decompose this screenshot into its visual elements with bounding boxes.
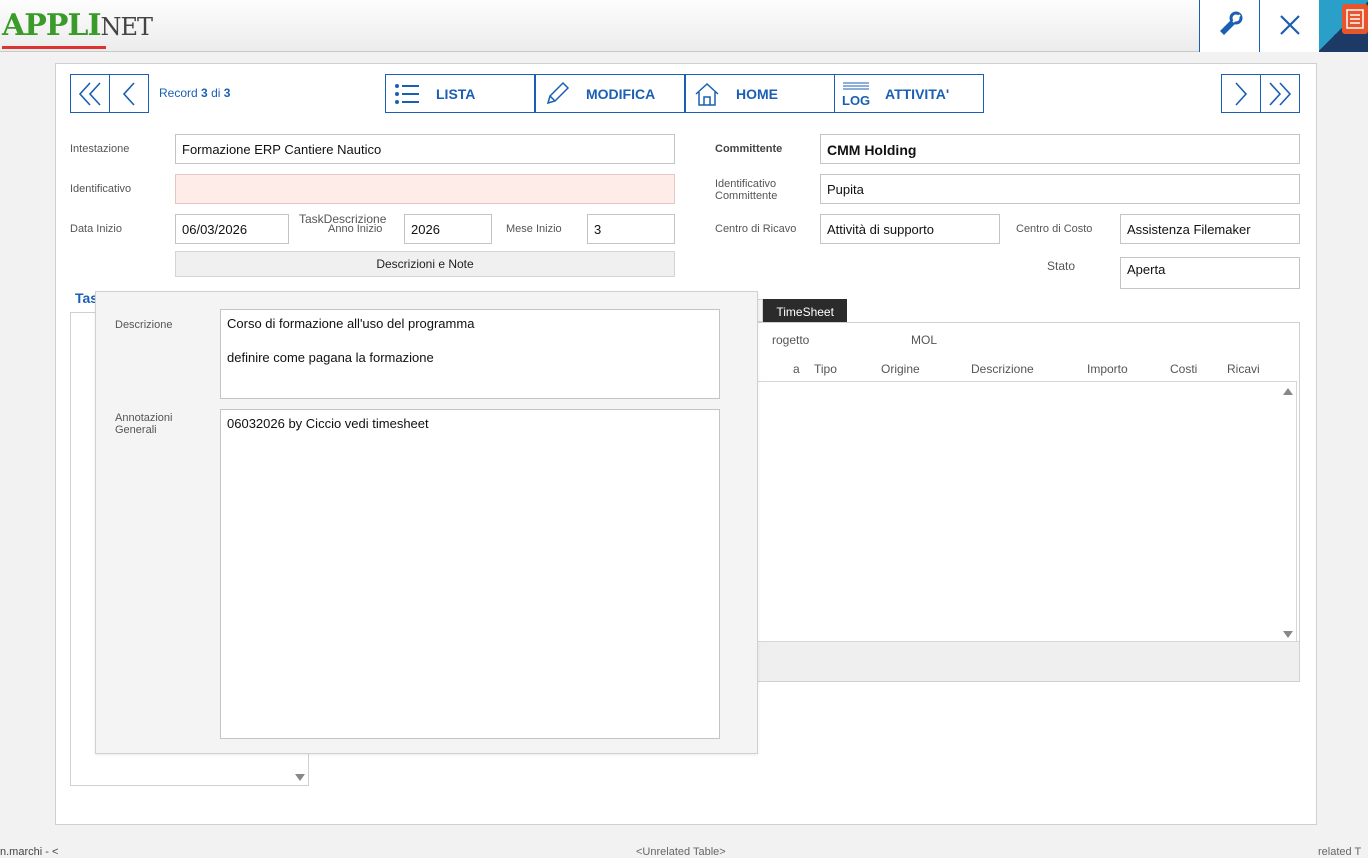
- annotazioni-label-line2: Generali: [115, 424, 157, 436]
- scroll-up-icon[interactable]: [1283, 388, 1293, 395]
- annotazioni-label-line1: Annotazioni: [115, 412, 173, 424]
- modifica-button[interactable]: MODIFICA: [535, 74, 685, 113]
- mese-inizio-field[interactable]: 3: [587, 214, 675, 244]
- descrizione-label: Descrizione: [115, 319, 173, 331]
- descrizioni-note-popover: Descrizione Corso di formazione all'uso …: [95, 291, 758, 754]
- committente-field[interactable]: CMM Holding: [820, 134, 1300, 164]
- previous-record-button[interactable]: [109, 74, 149, 113]
- column-header-costi: Costi: [1170, 362, 1198, 376]
- record-counter: Record 3 di 3: [159, 86, 230, 100]
- intestazione-field[interactable]: Formazione ERP Cantiere Nautico: [175, 134, 675, 164]
- pencil-icon: [536, 81, 578, 107]
- centro-costo-field[interactable]: Assistenza Filemaker: [1120, 214, 1300, 244]
- column-header-descrizione: Descrizione: [971, 362, 1034, 376]
- descrizione-textarea[interactable]: Corso di formazione all'uso del programm…: [220, 309, 720, 399]
- identificativo-committente-label-line2: Committente: [715, 190, 778, 202]
- data-inizio-label: Data Inizio: [70, 223, 122, 235]
- attivita-label: ATTIVITA': [885, 85, 950, 102]
- scroll-down-icon[interactable]: [1283, 631, 1293, 638]
- tools-button[interactable]: [1199, 0, 1259, 52]
- status-bar: n.marchi - < <Unrelated Table> related T: [0, 844, 1368, 858]
- anno-inizio-label: Anno Inizio: [328, 223, 383, 235]
- timesheet-footer: [697, 641, 1299, 681]
- identificativo-committente-label-line1: Identificativo: [715, 178, 777, 190]
- app-checklist-icon: [1342, 4, 1368, 34]
- first-record-button[interactable]: [70, 74, 110, 113]
- intestazione-label: Intestazione: [70, 143, 130, 155]
- identificativo-committente-label: Identificativo Committente: [715, 178, 777, 202]
- attivita-button[interactable]: LOG ATTIVITA': [834, 74, 984, 113]
- tab-timesheet[interactable]: TimeSheet: [763, 299, 847, 322]
- applinet-logo: APPLINET: [2, 4, 153, 50]
- record-total: 3: [223, 86, 231, 100]
- centro-ricavo-field[interactable]: Attività di supporto: [820, 214, 1000, 244]
- double-chevron-left-icon: [77, 80, 103, 108]
- logo-part1: APPLI: [2, 8, 102, 43]
- app-checklist-button[interactable]: [1319, 0, 1368, 52]
- close-icon: [1278, 13, 1302, 40]
- next-record-button[interactable]: [1221, 74, 1261, 113]
- status-center: <Unrelated Table>: [636, 846, 726, 858]
- logo-part2: NET: [100, 13, 154, 41]
- chevron-left-icon: [119, 80, 139, 108]
- logo-underline: [2, 46, 106, 49]
- list-icon: [386, 83, 428, 105]
- status-left: n.marchi - <: [0, 846, 59, 858]
- data-inizio-field[interactable]: 06/03/2026: [175, 214, 289, 244]
- descrizione-line2: definire come pagana la formazione: [227, 350, 434, 365]
- mol-label: MOL: [911, 333, 938, 347]
- column-header-ricavi: Ricavi: [1227, 362, 1260, 376]
- status-right: related T: [1318, 846, 1362, 858]
- lista-button[interactable]: LISTA: [385, 74, 535, 113]
- column-header-data: a: [793, 362, 800, 376]
- home-label: HOME: [736, 85, 778, 102]
- lista-label: LISTA: [436, 85, 476, 102]
- timesheet-list[interactable]: [757, 381, 1297, 643]
- column-header-importo: Importo: [1087, 362, 1128, 376]
- top-bar: APPLINET: [0, 0, 1368, 52]
- annotazioni-label: Annotazioni Generali: [115, 412, 173, 436]
- log-icon-text: LOG: [842, 93, 871, 108]
- home-button[interactable]: HOME: [685, 74, 835, 113]
- scroll-down-icon[interactable]: [295, 774, 305, 781]
- record-current: 3: [201, 86, 208, 100]
- mese-inizio-label: Mese Inizio: [506, 223, 562, 235]
- column-header-tipo: Tipo: [814, 362, 837, 376]
- record-panel: Record 3 di 3 LISTA MODIFICA HOME LOG AT…: [55, 63, 1317, 825]
- modifica-label: MODIFICA: [586, 85, 656, 102]
- record-of: di: [211, 86, 221, 100]
- stato-label: Stato: [1047, 259, 1076, 273]
- double-chevron-right-icon: [1267, 80, 1293, 108]
- anno-inizio-field[interactable]: 2026: [404, 214, 492, 244]
- record-prefix: Record: [159, 86, 198, 100]
- log-icon: LOG: [835, 80, 877, 107]
- stato-field[interactable]: Aperta: [1120, 257, 1300, 289]
- close-button[interactable]: [1259, 0, 1319, 52]
- home-icon: [686, 81, 728, 107]
- centro-ricavo-label: Centro di Ricavo: [715, 223, 797, 235]
- centro-costo-label: Centro di Costo: [1016, 223, 1093, 235]
- timesheet-panel: rogetto MOL a Tipo Origine Descrizione I…: [696, 322, 1300, 682]
- last-record-button[interactable]: [1260, 74, 1300, 113]
- annotazioni-textarea[interactable]: 06032026 by Ciccio vedi timesheet: [220, 409, 720, 739]
- identificativo-committente-field[interactable]: Pupita: [820, 174, 1300, 204]
- committente-label: Committente: [715, 143, 783, 155]
- descrizione-line1: Corso di formazione all'uso del programm…: [227, 316, 475, 331]
- identificativo-label: Identificativo: [70, 183, 132, 195]
- progetto-label: rogetto: [772, 333, 810, 347]
- identificativo-field[interactable]: [175, 174, 675, 204]
- descrizioni-note-button[interactable]: Descrizioni e Note: [175, 251, 675, 277]
- column-header-origine: Origine: [881, 362, 920, 376]
- chevron-right-icon: [1231, 80, 1251, 108]
- tools-icon: [1214, 9, 1246, 44]
